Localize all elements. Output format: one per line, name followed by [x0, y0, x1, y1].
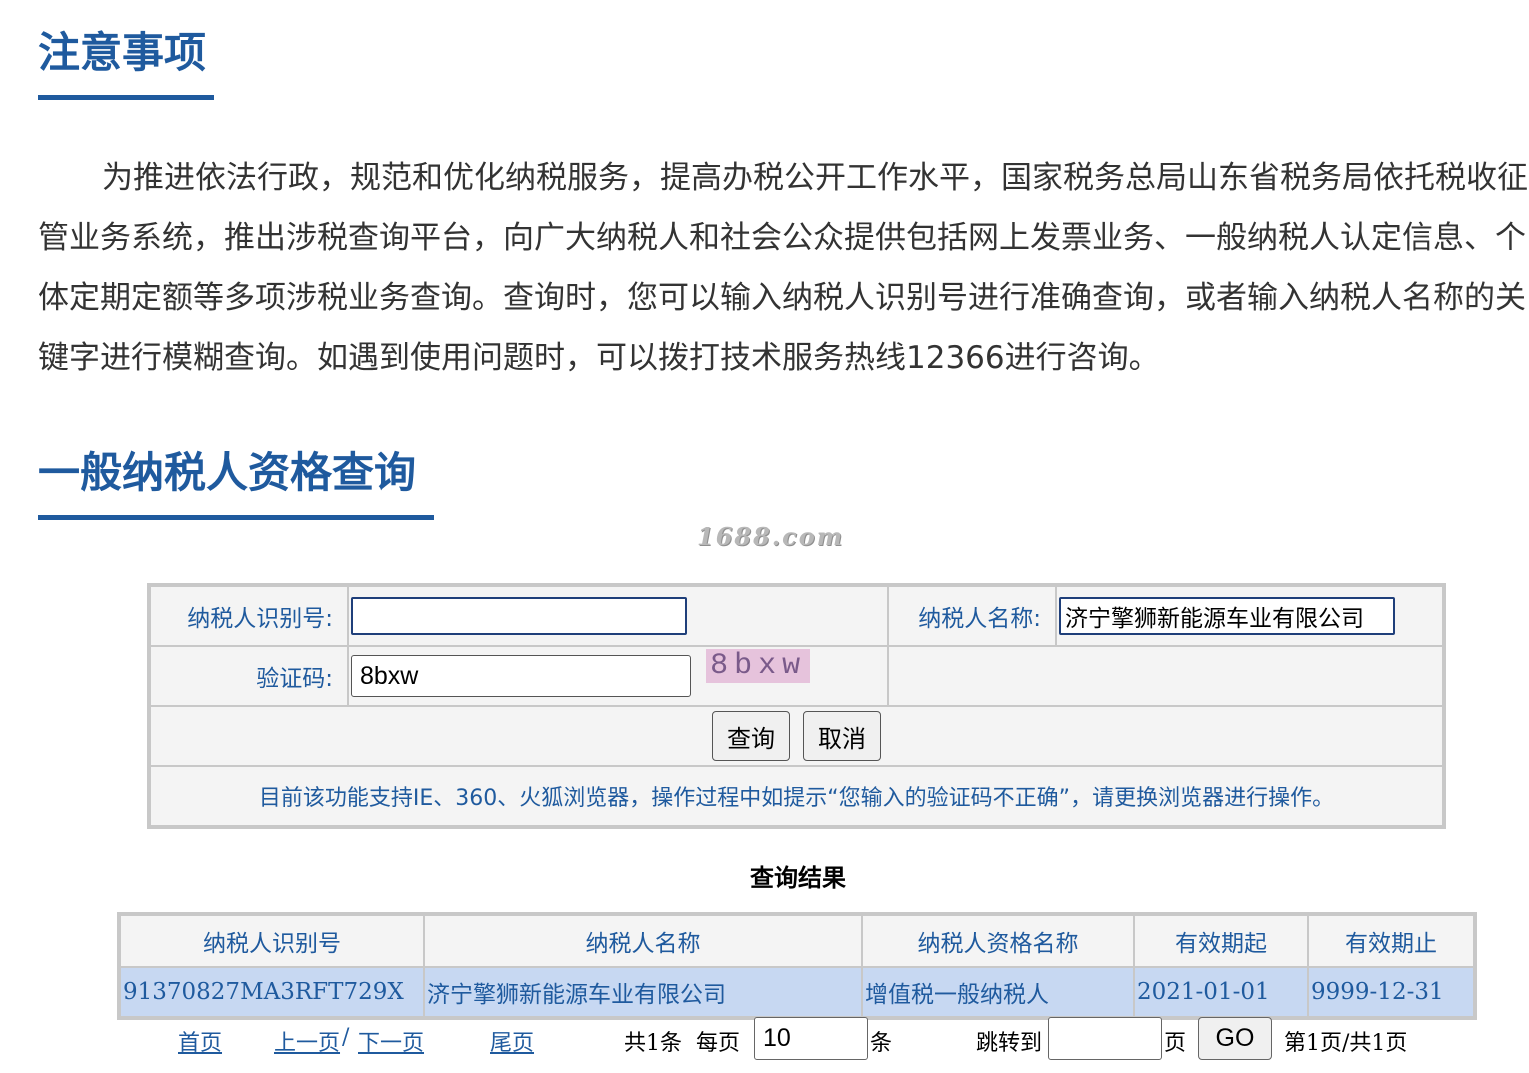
captcha-image[interactable]: 8bxw [706, 649, 811, 683]
header-valid-to: 有效期止 [1308, 915, 1474, 967]
header-valid-from: 有效期起 [1134, 915, 1308, 967]
total-count: 共1条 [624, 1031, 682, 1056]
next-page-link[interactable]: 下一页 [358, 1025, 424, 1057]
per-page-unit: 条 [870, 1031, 893, 1056]
notice-title-underline [38, 95, 214, 100]
go-button[interactable]: GO [1198, 1017, 1272, 1060]
per-page-label: 每页 [696, 1031, 741, 1056]
jump-page-input[interactable] [1048, 1017, 1162, 1060]
cancel-button[interactable]: 取消 [803, 711, 882, 761]
query-title-underline [38, 515, 434, 520]
header-qualification: 纳税人资格名称 [862, 915, 1134, 967]
cell-valid-to: 9999-12-31 [1308, 967, 1474, 1017]
query-title: 一般纳税人资格查询 [38, 448, 417, 497]
taxpayer-name-input[interactable] [1059, 597, 1395, 635]
table-row[interactable]: 91370827MA3RFT729X 济宁擎狮新能源车业有限公司 增值税一般纳税… [120, 967, 1474, 1017]
cell-valid-from: 2021-01-01 [1134, 967, 1308, 1017]
jump-label: 跳转到 [976, 1031, 1043, 1056]
header-taxpayer-name: 纳税人名称 [424, 915, 862, 967]
notice-title: 注意事项 [38, 28, 207, 77]
cell-taxpayer-id: 91370827MA3RFT729X [120, 967, 424, 1017]
notice-body: 为推进依法行政，规范和优化纳税服务，提高办税公开工作水平，国家税务总局山东省税务… [38, 160, 1528, 376]
results-table: 纳税人识别号 纳税人名称 纳税人资格名称 有效期起 有效期止 91370827M… [117, 912, 1477, 1020]
query-button[interactable]: 查询 [711, 711, 790, 761]
first-page-link[interactable]: 首页 [178, 1025, 222, 1057]
browser-tip: 目前该功能支持IE、360、火狐浏览器，操作过程中如提示“您输入的验证码不正确”… [150, 766, 1443, 826]
pager-separator: / [342, 1025, 350, 1050]
query-form: 纳税人识别号: 纳税人名称: 验证码: 8bxw 查询 取消 目前该功能支持IE… [147, 583, 1446, 829]
pagination: 首页 上一页 / 下一页 尾页 共1条 每页 条 跳转到 页 GO 第1页/共1… [0, 1014, 1529, 1064]
results-header-row: 纳税人识别号 纳税人名称 纳税人资格名称 有效期起 有效期止 [120, 915, 1474, 967]
watermark: 1688.com [697, 522, 845, 551]
taxpayer-id-label: 纳税人识别号: [150, 586, 348, 646]
cell-taxpayer-name: 济宁擎狮新能源车业有限公司 [424, 967, 862, 1017]
cell-qualification: 增值税一般纳税人 [862, 967, 1134, 1017]
page-unit: 页 [1164, 1031, 1187, 1056]
header-taxpayer-id: 纳税人识别号 [120, 915, 424, 967]
per-page-input[interactable] [754, 1017, 868, 1060]
captcha-label: 验证码: [150, 646, 348, 706]
taxpayer-id-input[interactable] [351, 597, 687, 635]
prev-page-link[interactable]: 上一页 [274, 1025, 340, 1057]
taxpayer-name-label: 纳税人名称: [888, 586, 1056, 646]
captcha-input[interactable] [351, 655, 691, 697]
results-title: 查询结果 [750, 863, 846, 892]
last-page-link[interactable]: 尾页 [490, 1025, 534, 1057]
page-info: 第1页/共1页 [1284, 1031, 1408, 1056]
